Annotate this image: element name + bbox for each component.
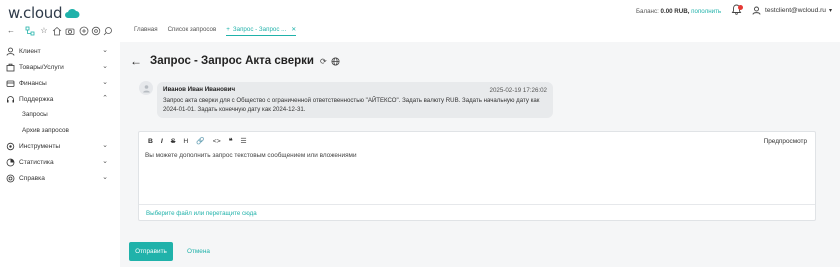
strikethrough-button[interactable]: S <box>171 138 176 145</box>
page-title: Запрос - Запрос Акта сверки <box>150 55 314 67</box>
user-icon <box>752 6 761 15</box>
sidebar-item-support[interactable]: Поддержка ⌃ <box>6 93 110 105</box>
support-icon <box>7 95 14 102</box>
tab-home[interactable]: Главная <box>134 26 158 36</box>
sidebar-item-products[interactable]: Товары/Услуги ⌄ <box>6 61 110 73</box>
tabs: Главная Список запросов + Запрос - Запрос… <box>134 26 306 36</box>
message-bubble: Иванов Иван Иванович 2025-02-19 17:26:02… <box>157 82 553 118</box>
chevron-down-icon: ⌄ <box>102 174 108 181</box>
balance-value: 0.00 RUB, <box>660 8 690 15</box>
avatar <box>139 81 153 95</box>
tab-marker-icon: + <box>226 26 230 33</box>
sidebar-item-label: Финансы <box>19 79 47 87</box>
sidebar-item-help[interactable]: Справка ⌄ <box>6 172 110 184</box>
logo-text: w.cloud <box>8 4 63 22</box>
back-arrow-icon[interactable]: ← <box>130 54 142 68</box>
balance-label: Баланс: <box>636 8 659 15</box>
search-icon[interactable] <box>103 26 113 36</box>
message-textarea[interactable]: Вы можете дополнить запрос текстовым соо… <box>145 152 357 159</box>
italic-button[interactable]: I <box>161 138 163 145</box>
sidebar-item-label: Справка <box>19 174 45 182</box>
help-icon <box>6 174 15 182</box>
sidebar-item-label: Товары/Услуги <box>19 63 64 71</box>
sidebar-subitem-requests[interactable]: Запросы <box>22 111 48 118</box>
quote-button[interactable]: ❝ <box>229 137 233 145</box>
client-icon <box>6 47 15 56</box>
chevron-up-icon: ⌃ <box>102 95 108 102</box>
message-line: Запрос акта сверки для с Общество с огра… <box>163 97 540 104</box>
link-button[interactable]: 🔗 <box>196 137 204 145</box>
file-dropzone[interactable]: Выберите файл или перетащите сюда <box>139 204 815 221</box>
finance-icon <box>6 80 15 87</box>
tree-icon[interactable] <box>25 26 35 36</box>
page-header: ← Запрос - Запрос Акта сверки ⟳ <box>130 54 340 68</box>
close-tab-icon[interactable]: ✕ <box>291 26 296 33</box>
camera-icon[interactable] <box>65 26 75 36</box>
list-button[interactable]: ☰ <box>240 137 246 145</box>
preview-tab[interactable]: Предпросмотр <box>764 138 807 145</box>
top-bar: w.cloud Баланс: 0.00 RUB, пополнить test… <box>0 0 840 22</box>
add-circle-icon[interactable] <box>79 26 89 36</box>
chevron-down-icon: ▾ <box>828 8 832 14</box>
reply-editor: B I S H 🔗 <> ❝ ☰ Предпросмотр Вы можете … <box>138 131 816 221</box>
sidebar-item-client[interactable]: Клиент ⌄ <box>6 45 110 57</box>
tab-requests-list[interactable]: Список запросов <box>168 26 217 36</box>
message-timestamp: 2025-02-19 17:26:02 <box>489 87 547 94</box>
cloud-logo-icon <box>65 8 80 18</box>
star-icon[interactable]: ☆ <box>39 26 49 36</box>
message-line: 2024-01-01. Задать конечную дату как 202… <box>163 106 306 114</box>
chevron-down-icon: ⌄ <box>102 63 108 70</box>
statistics-icon <box>6 158 15 166</box>
sidebar <box>0 42 118 267</box>
user-menu[interactable]: testclient@wcloud.ru ▾ <box>752 6 832 15</box>
back-icon[interactable]: ← <box>6 26 16 36</box>
globe-icon[interactable] <box>331 57 340 66</box>
refresh-icon[interactable]: ⟳ <box>320 57 327 66</box>
sidebar-subitem-archive[interactable]: Архив запросов <box>22 127 69 134</box>
send-button[interactable]: Отправить <box>129 242 173 261</box>
sidebar-item-label: Инструменты <box>19 142 61 150</box>
chevron-down-icon: ⌄ <box>102 47 108 54</box>
editor-toolbar: B I S H 🔗 <> ❝ ☰ Предпросмотр <box>139 132 815 150</box>
sidebar-item-label: Статистика <box>19 158 54 166</box>
sidebar-item-label: Клиент <box>19 47 41 55</box>
settings-icon[interactable] <box>91 26 101 36</box>
user-avatar-icon <box>142 84 150 92</box>
message-text: Запрос акта сверки для с Общество с огра… <box>163 96 547 115</box>
tab-request-active[interactable]: + Запрос - Запрос ... ✕ <box>226 26 297 36</box>
chevron-down-icon: ⌄ <box>102 79 108 86</box>
code-button[interactable]: <> <box>213 138 221 145</box>
home-icon[interactable] <box>52 26 62 36</box>
sidebar-item-tools[interactable]: Инструменты ⌄ <box>6 140 110 152</box>
bold-button[interactable]: B <box>148 138 153 145</box>
sidebar-item-label: Поддержка <box>19 95 54 103</box>
tab-active-label: Запрос - Запрос ... <box>232 26 287 33</box>
toolbar: ← ☆ <box>0 22 840 40</box>
chevron-down-icon: ⌄ <box>102 158 108 165</box>
sidebar-item-statistics[interactable]: Статистика ⌄ <box>6 156 110 168</box>
sidebar-item-finance[interactable]: Финансы ⌄ <box>6 77 110 89</box>
products-icon <box>6 63 15 71</box>
user-name: testclient@wcloud.ru <box>765 7 826 14</box>
notification-dot <box>738 5 743 10</box>
balance: Баланс: 0.00 RUB, пополнить <box>636 8 721 15</box>
chevron-down-icon: ⌄ <box>102 142 108 149</box>
topup-link[interactable]: пополнить <box>691 8 721 15</box>
heading-button[interactable]: H <box>183 138 188 145</box>
tools-icon <box>6 142 15 150</box>
logo[interactable]: w.cloud <box>8 4 80 22</box>
cancel-button[interactable]: Отмена <box>187 248 210 255</box>
